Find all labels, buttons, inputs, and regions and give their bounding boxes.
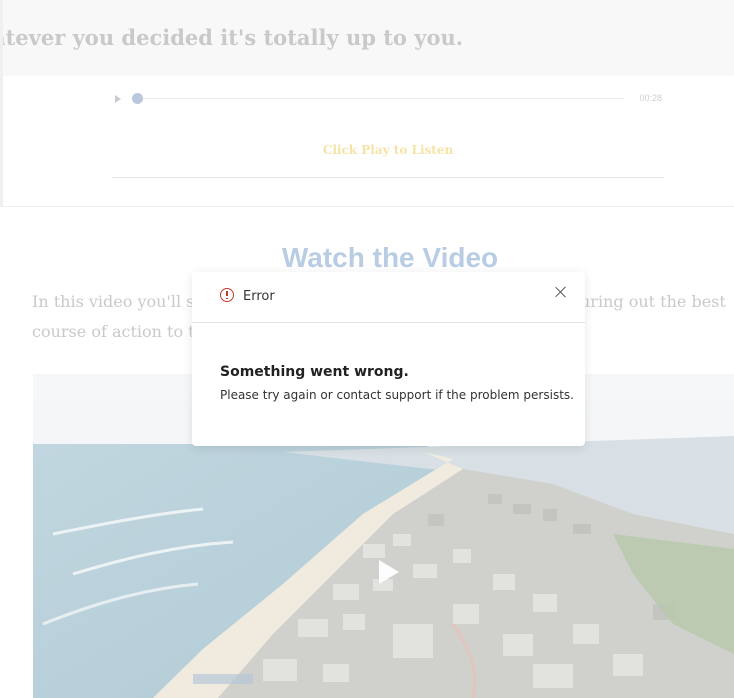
video-play-icon[interactable]: [379, 560, 399, 584]
modal-header: Error: [192, 272, 585, 323]
audio-progress-track[interactable]: [138, 98, 624, 99]
audio-progress-handle[interactable]: [132, 93, 143, 104]
page: atever you decided it's totally up to yo…: [0, 0, 734, 698]
error-circle-icon: [220, 288, 234, 302]
video-section-title: Watch the Video: [281, 242, 499, 273]
click-play-to-listen-link[interactable]: Click Play to Listen: [112, 143, 664, 157]
audio-player: 00:28: [112, 86, 664, 112]
audio-duration: 00:28: [639, 93, 662, 103]
headline-text: atever you decided it's totally up to yo…: [0, 25, 464, 50]
intro-line-1-right: uring out the best: [580, 292, 726, 311]
section-divider: [0, 206, 734, 207]
play-icon[interactable]: [115, 95, 121, 103]
quote-band: atever you decided it's totally up to yo…: [0, 0, 734, 76]
close-icon[interactable]: [553, 284, 569, 300]
divider: [112, 177, 664, 178]
modal-title: Error: [243, 289, 275, 304]
modal-message: Please try again or contact support if t…: [220, 388, 574, 402]
modal-heading: Something went wrong.: [220, 364, 409, 380]
left-edge-strip: [0, 0, 3, 206]
error-modal: Error Something went wrong. Please try a…: [192, 272, 585, 446]
